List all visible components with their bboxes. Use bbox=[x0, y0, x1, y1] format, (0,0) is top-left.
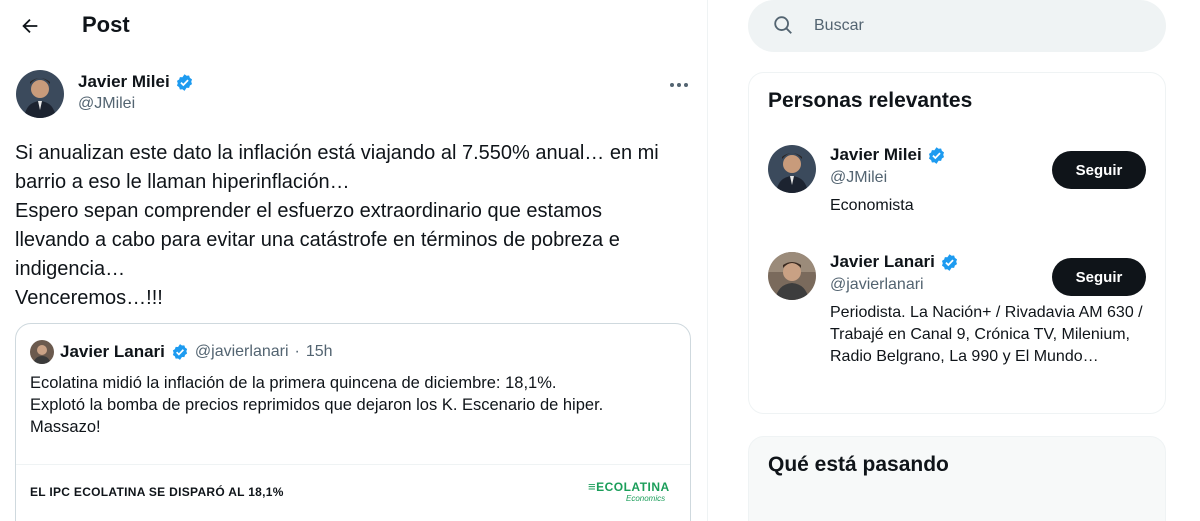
brand-name: ECOLATINA bbox=[596, 480, 670, 494]
arrow-left-icon bbox=[22, 18, 38, 34]
quote-author-handle: @javierlanari bbox=[194, 343, 289, 360]
post-text-line: indigencia… bbox=[15, 258, 126, 280]
media-caption: EL IPC ECOLATINA SE DISPARÓ AL 18,1% bbox=[30, 485, 284, 499]
verified-badge-icon bbox=[172, 344, 188, 360]
quote-separator: · bbox=[294, 343, 300, 360]
quote-author-name: Javier Lanari bbox=[60, 342, 165, 361]
back-button[interactable] bbox=[12, 8, 48, 44]
verified-badge-icon bbox=[928, 146, 944, 164]
relevant-people-panel: Personas relevantes Javier Milei @JMilei… bbox=[748, 72, 1166, 414]
avatar[interactable] bbox=[16, 70, 64, 118]
post-text-line: Venceremos…!!! bbox=[15, 287, 163, 309]
person-name[interactable]: Javier Milei bbox=[830, 145, 922, 165]
main-column: Post Javier Milei @JMilei Si anualizan e… bbox=[0, 0, 708, 521]
more-options-button[interactable] bbox=[662, 72, 696, 98]
post-text-line: Si anualizan este dato la inflación está… bbox=[15, 142, 659, 164]
quote-avatar bbox=[30, 340, 54, 364]
verified-badge-icon bbox=[941, 253, 957, 271]
quote-text: Ecolatina midió la inflación de la prime… bbox=[30, 372, 603, 438]
post-author: Javier Milei @JMilei bbox=[16, 70, 194, 118]
quote-media[interactable]: EL IPC ECOLATINA SE DISPARÓ AL 18,1% ≡EC… bbox=[16, 464, 690, 521]
post-text-line: Espero sepan comprender el esfuerzo extr… bbox=[15, 200, 602, 222]
post-text-line: barrio a eso le llaman hiperinflación… bbox=[15, 171, 350, 193]
trends-panel: Qué está pasando bbox=[748, 436, 1166, 521]
quoted-post[interactable]: Javier Lanari @javierlanari · 15h Ecolat… bbox=[15, 323, 691, 521]
author-name[interactable]: Javier Milei bbox=[78, 72, 170, 92]
page-title: Post bbox=[82, 12, 130, 37]
avatar[interactable] bbox=[768, 145, 816, 193]
panel-title: Personas relevantes bbox=[768, 89, 973, 112]
person-name[interactable]: Javier Lanari bbox=[830, 252, 935, 272]
search-input[interactable] bbox=[814, 14, 1134, 38]
more-horizontal-icon bbox=[670, 83, 688, 87]
page-header: Post bbox=[0, 0, 708, 52]
post-text-line: llevando a cabo para evitar una catástro… bbox=[15, 229, 620, 251]
post-text: Si anualizan este dato la inflación está… bbox=[15, 139, 695, 313]
follow-button[interactable]: Seguir bbox=[1052, 258, 1146, 296]
quote-header: Javier Lanari @javierlanari · 15h bbox=[30, 340, 333, 364]
brand-subtitle: Economics bbox=[626, 494, 666, 503]
person-bio: Economista bbox=[830, 197, 914, 214]
quote-text-line: Ecolatina midió la inflación de la prime… bbox=[30, 374, 557, 392]
avatar[interactable] bbox=[768, 252, 816, 300]
follow-button[interactable]: Seguir bbox=[1052, 151, 1146, 189]
quote-text-line: Explotó la bomba de precios reprimidos q… bbox=[30, 396, 604, 414]
quote-timestamp: 15h bbox=[305, 343, 333, 360]
verified-badge-icon bbox=[176, 73, 192, 91]
author-handle[interactable]: @JMilei bbox=[78, 95, 194, 113]
panel-title: Qué está pasando bbox=[768, 453, 949, 476]
person-bio: Periodista. La Nación+ / Rivadavia AM 63… bbox=[830, 304, 1143, 365]
brand-logo: ≡ECOLATINA Economics bbox=[588, 479, 670, 503]
search-bar bbox=[748, 0, 1166, 52]
search-icon bbox=[774, 16, 792, 34]
quote-text-line: Massazo! bbox=[30, 418, 101, 436]
